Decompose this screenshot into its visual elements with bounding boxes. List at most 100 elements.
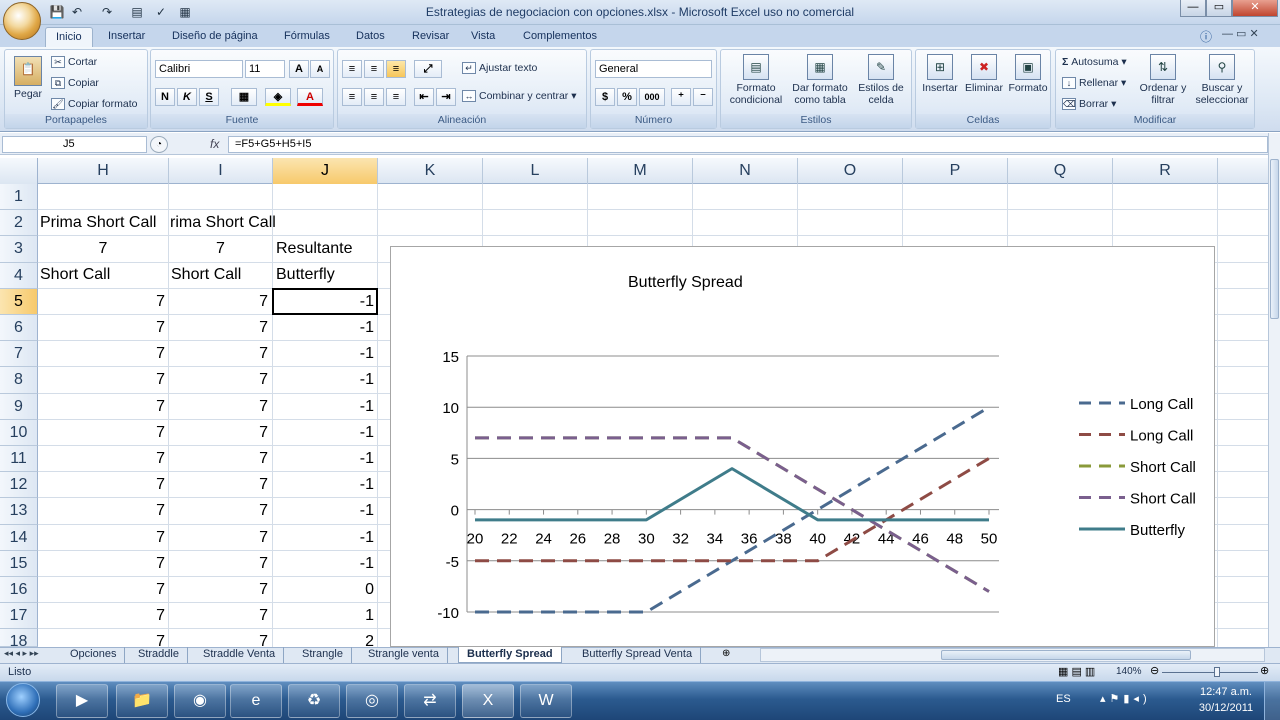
fill-color-icon[interactable]: ◈	[265, 88, 291, 106]
cell-h5[interactable]: 7	[38, 289, 169, 315]
insert-function-button[interactable]: fx	[210, 137, 219, 151]
orientation-icon[interactable]: ⤢	[414, 60, 442, 78]
ribbon-window-controls[interactable]: — ▭ ✕	[1222, 27, 1259, 40]
cell-j14[interactable]: -1	[273, 525, 378, 551]
thousands-button[interactable]: 000	[639, 88, 665, 106]
sheet-tab-active[interactable]: Butterfly Spread	[458, 647, 562, 663]
cell-h14[interactable]: 7	[38, 525, 169, 551]
cell-j3[interactable]: Resultante	[276, 236, 353, 262]
cut-button[interactable]: ✂ Cortar	[51, 56, 97, 69]
language-indicator[interactable]: ES	[1056, 693, 1071, 705]
tab-datos[interactable]: Datos	[346, 27, 395, 47]
cell-j7[interactable]: -1	[273, 341, 378, 367]
autosum-button[interactable]: Σ Autosuma ▾	[1062, 56, 1127, 68]
cell-i16[interactable]: 7	[169, 577, 272, 603]
insert-sheet-icon[interactable]: ⊕	[722, 648, 730, 659]
align-left-icon[interactable]: ≡	[342, 88, 362, 106]
cell-i13[interactable]: 7	[169, 498, 272, 524]
media-center-icon[interactable]: ◉	[174, 684, 226, 718]
font-name-combo[interactable]: Calibri	[155, 60, 243, 78]
network-app-icon[interactable]: ⇄	[404, 684, 456, 718]
expand-icon[interactable]: ◔	[150, 136, 168, 153]
row-header[interactable]: 6	[0, 315, 38, 342]
row-header[interactable]: 7	[0, 341, 38, 368]
cell-i15[interactable]: 7	[169, 551, 272, 577]
bold-button[interactable]: N	[155, 88, 175, 106]
row-header[interactable]: 15	[0, 550, 38, 577]
sheet-tab[interactable]: Straddle Venta	[195, 647, 285, 663]
tab-complementos[interactable]: Complementos	[513, 27, 607, 47]
row-header[interactable]: 11	[0, 446, 38, 473]
cell-i17[interactable]: 7	[169, 603, 272, 629]
shrink-font-icon[interactable]: A	[310, 60, 330, 78]
format-cells-button[interactable]: ▣ Formato	[1006, 54, 1050, 94]
chart[interactable]: 15 10 5 0 -5 -10 20 22 24 26 28 30 32 34 36 38 40 42 44 46 4…	[390, 246, 1215, 647]
horizontal-scrollbar[interactable]	[760, 648, 1265, 662]
office-button[interactable]	[3, 2, 41, 40]
cell-i9[interactable]: 7	[169, 394, 272, 420]
sheet-tab[interactable]: Strangle	[294, 647, 352, 663]
row-header[interactable]: 9	[0, 393, 38, 420]
cell-styles-button[interactable]: ✎ Estilos de celda	[853, 54, 909, 106]
cell-h3[interactable]: 7	[38, 236, 168, 262]
recycle-app-icon[interactable]: ♻	[288, 684, 340, 718]
tab-formulas[interactable]: Fórmulas	[274, 27, 340, 47]
font-size-combo[interactable]: 11	[245, 60, 285, 78]
row-header[interactable]: 14	[0, 524, 38, 551]
sheet-tab[interactable]: Straddle	[130, 647, 188, 663]
cell-i6[interactable]: 7	[169, 315, 272, 341]
cell-h18[interactable]: 7	[38, 629, 169, 647]
sheet-tab[interactable]: Opciones	[62, 647, 126, 663]
cell-j10[interactable]: -1	[273, 420, 378, 446]
cell-h11[interactable]: 7	[38, 446, 169, 472]
percent-button[interactable]: %	[617, 88, 637, 106]
tab-inicio[interactable]: Inicio	[45, 27, 93, 47]
tray-icons[interactable]: ▴⚑▮◂)	[1100, 692, 1151, 705]
column-header[interactable]: L	[483, 158, 588, 184]
cell-j8[interactable]: -1	[273, 367, 378, 393]
select-all-corner[interactable]	[0, 158, 38, 184]
column-header[interactable]: R	[1113, 158, 1218, 184]
row-header[interactable]: 3	[0, 236, 38, 263]
number-format-combo[interactable]: General	[595, 60, 712, 78]
start-button[interactable]	[6, 683, 40, 717]
align-top-icon[interactable]: ≡	[342, 60, 362, 78]
zoom-slider[interactable]: ⊖ ⊕	[1150, 665, 1270, 678]
wrap-text-button[interactable]: ↵ Ajustar texto	[462, 62, 537, 75]
tab-diseno[interactable]: Diseño de página	[162, 27, 268, 47]
cell-h15[interactable]: 7	[38, 551, 169, 577]
row-header[interactable]: 8	[0, 367, 38, 394]
increase-decimal-icon[interactable]: ⁺	[671, 88, 691, 106]
decrease-decimal-icon[interactable]: ⁻	[693, 88, 713, 106]
name-box[interactable]: J5	[2, 136, 147, 153]
delete-cells-button[interactable]: ✖ Eliminar	[962, 54, 1006, 94]
borders-icon[interactable]: ▦	[231, 88, 257, 106]
cell-h16[interactable]: 7	[38, 577, 169, 603]
currency-button[interactable]: $	[595, 88, 615, 106]
format-painter-button[interactable]: 🖌 Copiar formato	[51, 98, 137, 111]
underline-button[interactable]: S	[199, 88, 219, 106]
row-header[interactable]: 12	[0, 472, 38, 499]
cell-h9[interactable]: 7	[38, 394, 169, 420]
view-buttons-icon[interactable]: ▦ ▤ ▥	[1058, 665, 1095, 678]
row-header[interactable]: 16	[0, 577, 38, 604]
cell-i18[interactable]: 7	[169, 629, 272, 647]
cell-i3[interactable]: 7	[169, 236, 272, 262]
cell-i2[interactable]: rima Short Call	[170, 210, 276, 236]
cell-h7[interactable]: 7	[38, 341, 169, 367]
cell-i14[interactable]: 7	[169, 525, 272, 551]
column-header[interactable]: M	[588, 158, 693, 184]
increase-indent-icon[interactable]: ⇥	[436, 88, 456, 106]
italic-button[interactable]: K	[177, 88, 197, 106]
column-header[interactable]: H	[38, 158, 169, 184]
format-table-button[interactable]: ▦ Dar formato como tabla	[789, 54, 851, 106]
cell-j12[interactable]: -1	[273, 472, 378, 498]
font-color-icon[interactable]: A	[297, 88, 323, 106]
show-desktop-button[interactable]	[1264, 682, 1280, 720]
cell-i4[interactable]: Short Call	[171, 262, 241, 288]
insert-cells-button[interactable]: ⊞ Insertar	[918, 54, 962, 94]
minimize-button[interactable]: —	[1180, 0, 1206, 17]
chrome-icon[interactable]: ◎	[346, 684, 398, 718]
sheet-tab[interactable]: Butterfly Spread Venta	[574, 647, 702, 663]
vertical-scrollbar[interactable]	[1268, 133, 1280, 647]
